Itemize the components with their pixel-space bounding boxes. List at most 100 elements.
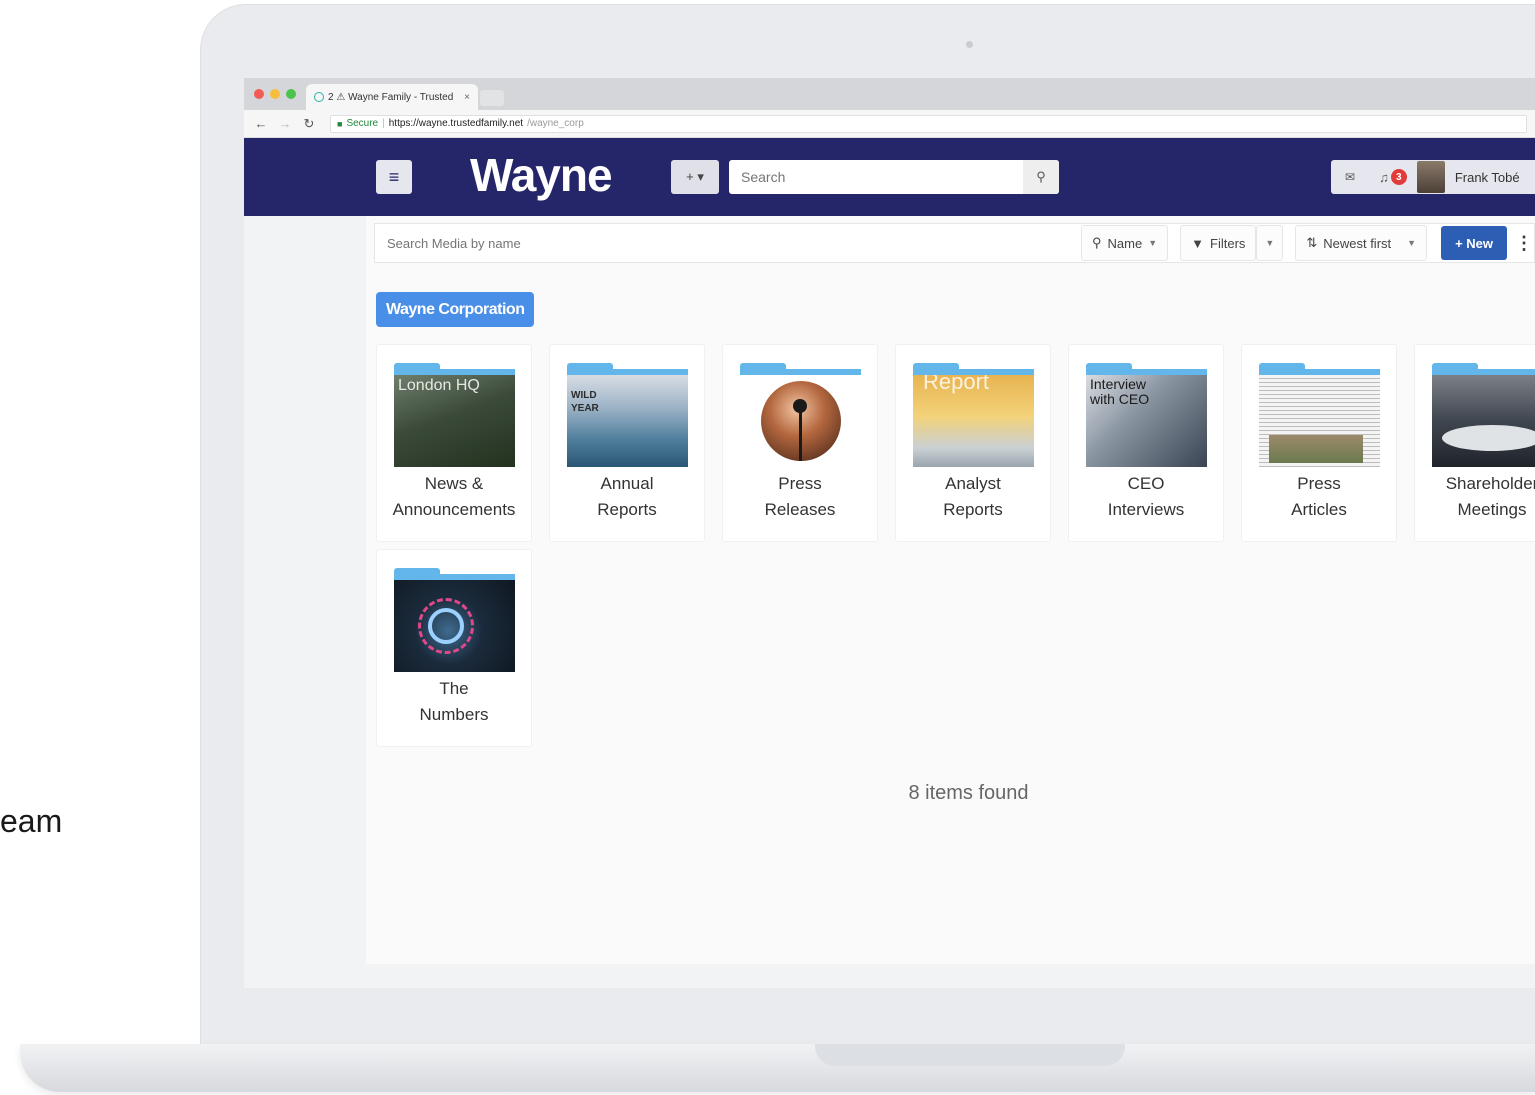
folder-card-numbers[interactable]: The Numbers [376,549,532,747]
folder-label: CEO Interviews [1069,471,1223,523]
chevron-down-icon: ▼ [1265,238,1275,248]
folder-label: The Numbers [377,676,531,728]
thumbnail-caption: WILD YEAR [571,390,599,414]
header-search-input[interactable] [729,160,1023,194]
folder-label: Analyst Reports [896,471,1050,523]
app-header: ≡ Wayne + ▾ ⚲ ✉ ♫ 3 Frank Tobé [244,138,1535,216]
sort-icon: ⇅ [1306,235,1318,250]
folder-label-line1: CEO [1127,474,1165,493]
folder-label-line1: Annual [600,474,654,493]
folder-card-analyst[interactable]: Report Analyst Reports [895,344,1051,542]
url-path: /wayne_corp [527,118,584,129]
notification-badge: 3 [1390,169,1407,185]
folder-label: Press Articles [1242,471,1396,523]
close-tab-icon[interactable]: × [464,92,470,103]
folder-card-ceo[interactable]: Interview with CEO CEO Interviews [1068,344,1224,542]
header-search: ⚲ [729,160,1059,194]
search-icon[interactable]: ⚲ [1023,160,1059,194]
browser-tabbar: 2 ⚠ Wayne Family - Trusted × [244,78,1535,110]
address-bar: ← → ↻ ■ Secure | https://wayne.trustedfa… [244,110,1535,138]
folder-label-line1: Analyst [945,474,1001,493]
side-text: eam [0,803,63,839]
thumbnail-caption: London HQ [398,377,480,394]
folder-breadcrumb-chip[interactable]: Wayne Corporation [376,292,535,327]
folder-label-line2: Articles [1291,500,1347,519]
article-photo [1269,435,1363,463]
filters-label: Filters [1210,235,1246,251]
close-window-button[interactable] [254,89,264,99]
mail-icon[interactable]: ✉ [1345,170,1355,184]
folder-label-line2: Numbers [419,705,489,724]
url-secure-label: Secure [346,118,379,129]
folder-thumbnail: Interview with CEO [1086,375,1207,467]
folder-label: Shareholder Meetings [1415,471,1535,523]
menu-icon[interactable]: ≡ [376,160,412,194]
camera [966,41,973,48]
folder-thumbnail [394,580,515,672]
add-button[interactable]: + ▾ [671,160,719,194]
folder-label-line1: News & [424,474,484,493]
thumbnail-caption: Report [923,375,990,394]
lock-icon: ■ [337,118,343,129]
folder-label-line1: The [439,679,469,698]
media-search-input[interactable] [375,224,1075,262]
url-separator: | [382,118,385,129]
chart-ring-inner [428,608,464,644]
chevron-down-icon: ▼ [1148,238,1158,248]
folder-card-news[interactable]: London HQ News & Announcements [376,344,532,542]
folder-label: Annual Reports [550,471,704,523]
minimize-window-button[interactable] [270,89,280,99]
main-content: ⚲ Name ▼ ▼ Filters ▼ ⇅ Newest first ▼ + … [366,216,1535,964]
url-field[interactable]: ■ Secure | https://wayne.trustedfamily.n… [330,114,1527,133]
folder-label-line2: Meetings [1457,500,1527,519]
new-tab-button[interactable] [480,90,504,106]
tab-title: 2 ⚠ Wayne Family - Trusted [328,91,454,103]
more-options-icon[interactable]: ⋮ [1515,233,1533,254]
folder-thumbnail: London HQ [394,375,515,467]
folder-thumbnail: Report [913,375,1034,467]
filters-button[interactable]: ▼ Filters [1180,225,1257,261]
maximize-window-button[interactable] [286,89,296,99]
notifications-button[interactable]: ♫ 3 [1379,169,1407,185]
folder-thumbnail [1259,375,1380,467]
bell-icon: ♫ [1379,169,1389,185]
laptop-base [20,1044,1535,1092]
back-icon[interactable]: ← [254,116,268,131]
folder-label-line2: Interviews [1107,500,1185,519]
folder-label-line2: Reports [943,500,1003,519]
browser-tab[interactable]: 2 ⚠ Wayne Family - Trusted × [306,84,478,110]
forward-icon[interactable]: → [278,116,292,131]
meeting-table [1442,425,1535,451]
folder-label-line2: Announcements [392,500,516,519]
folder-card-press-articles[interactable]: Press Articles [1241,344,1397,542]
filters-dropdown-toggle[interactable]: ▼ [1256,225,1284,261]
folder-thumbnail [1432,375,1535,467]
folder-label: Press Releases [723,471,877,523]
laptop-notch [815,1044,1125,1066]
folder-card-annual[interactable]: WILD YEAR Annual Reports [549,344,705,542]
laptop-screen: 2 ⚠ Wayne Family - Trusted × ← → ↻ ■ Sec… [244,78,1535,988]
thumbnail-caption: Interview with CEO [1090,376,1150,407]
folder-card-press-releases[interactable]: Press Releases [722,344,878,542]
brand-logo[interactable]: Wayne [470,148,613,202]
folder-thumbnail [740,375,861,467]
user-name[interactable]: Frank Tobé [1455,170,1520,185]
items-found-count: 8 items found [908,782,1029,804]
name-search-dropdown[interactable]: ⚲ Name ▼ [1081,225,1169,261]
avatar[interactable] [1416,161,1445,193]
filter-icon: ▼ [1191,235,1205,251]
url-host: https://wayne.trustedfamily.net [388,118,524,129]
folder-label-line1: Shareholder [1445,474,1535,493]
sort-dropdown[interactable]: ⇅ Newest first ▼ [1295,225,1428,261]
chevron-down-icon: ▼ [1407,238,1417,248]
folder-label-line1: Press [778,474,822,493]
folder-card-shareholder[interactable]: Shareholder Meetings [1414,344,1535,542]
reload-icon[interactable]: ↻ [302,116,316,132]
name-dropdown-label: Name [1107,235,1143,251]
search-icon: ⚲ [1092,235,1102,250]
media-toolbar: ⚲ Name ▼ ▼ Filters ▼ ⇅ Newest first ▼ + … [374,223,1535,263]
folder-thumbnail: WILD YEAR [567,375,688,467]
user-menu: ✉ ♫ 3 Frank Tobé [1331,160,1535,194]
sort-label: Newest first [1323,235,1392,251]
new-button[interactable]: + New [1441,226,1507,260]
